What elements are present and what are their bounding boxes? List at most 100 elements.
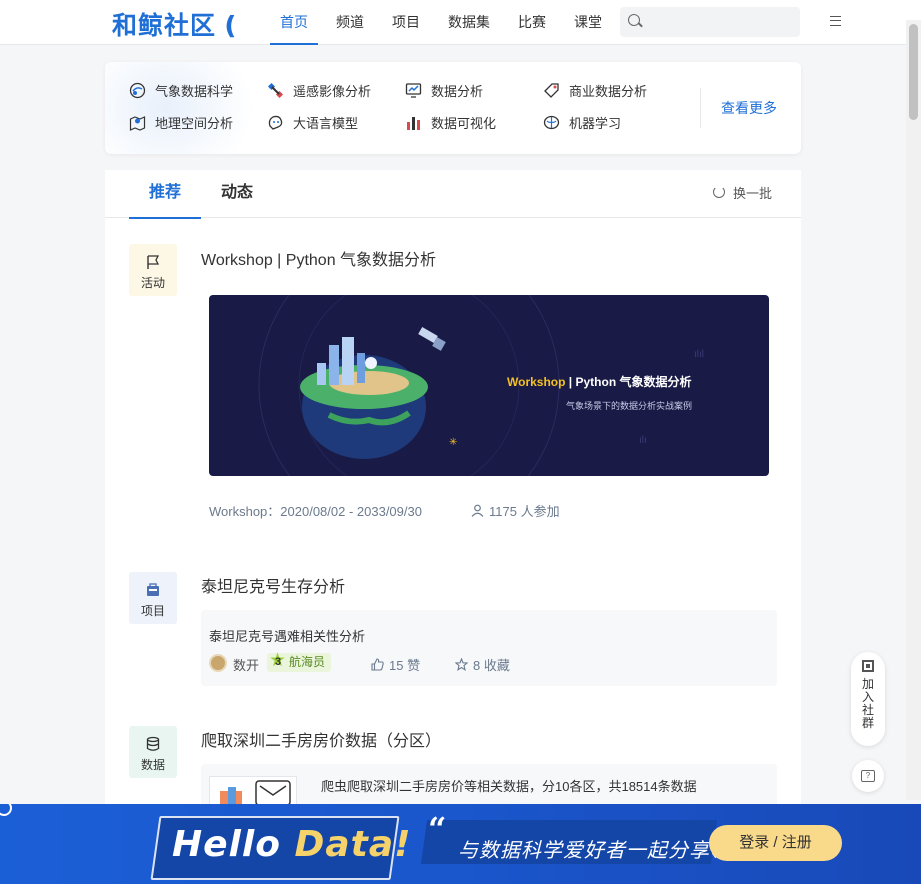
join-group-button[interactable]: 加入社群 — [851, 652, 885, 746]
map-pin-icon — [129, 115, 146, 131]
banner-title-highlight: Workshop — [507, 375, 566, 389]
project-card[interactable]: 泰坦尼克号遇难相关性分析 数开 3 航海员 15 赞 8 收藏 — [201, 610, 777, 686]
search-input[interactable] — [648, 12, 793, 32]
banner-subtitle: 气象场景下的数据分析实战案例 — [566, 401, 693, 411]
type-badge-label: 项目 — [140, 604, 165, 618]
banner-title-rest: | Python 气象数据分析 — [565, 375, 692, 389]
category-business-analysis[interactable]: 商业数据分析 — [543, 80, 647, 100]
favorites-count: 8 收藏 — [473, 658, 510, 673]
main-nav: 首页 频道 项目 数据集 比赛 课堂 — [270, 0, 620, 45]
category-llm[interactable]: 大语言模型 — [267, 112, 358, 132]
refresh-button[interactable]: 换一批 — [713, 182, 772, 202]
type-badge-data: 数据 — [129, 726, 177, 778]
feed-tabs: 推荐 动态 换一批 — [105, 170, 801, 219]
tab-recommended[interactable]: 推荐 — [129, 170, 201, 219]
site-logo[interactable]: 和鲸社区 ❪ — [112, 6, 242, 42]
qrcode-icon — [862, 660, 874, 672]
project-icon — [147, 583, 159, 596]
svg-text:ılıl: ılıl — [694, 349, 704, 360]
refresh-icon — [713, 186, 725, 198]
rank-badge: 3 航海员 — [267, 651, 332, 672]
top-header: 和鲸社区 ❪ 首页 频道 项目 数据集 比赛 课堂 — [0, 0, 921, 45]
category-label: 数据分析 — [431, 83, 484, 99]
thumbs-up-icon — [371, 658, 384, 671]
likes-count: 15 赞 — [389, 658, 421, 673]
brain-icon — [543, 115, 560, 129]
chart-monitor-icon — [405, 82, 422, 98]
type-badge-label: 数据 — [140, 758, 165, 772]
project-description: 泰坦尼克号遇难相关性分析 — [209, 629, 366, 644]
participants-count: 1175 人参加 — [489, 504, 560, 519]
person-icon — [471, 504, 484, 517]
category-label: 遥感影像分析 — [293, 83, 372, 99]
nav-channels[interactable]: 频道 — [326, 0, 374, 45]
login-register-button[interactable]: 登录 / 注册 — [709, 825, 842, 861]
category-label: 地理空间分析 — [155, 115, 234, 131]
nav-datasets[interactable]: 数据集 — [438, 0, 500, 45]
rank-label: 航海员 — [289, 655, 326, 669]
bar-chart-icon — [407, 116, 420, 130]
type-badge-label: 活动 — [140, 276, 165, 290]
scrollbar-thumb[interactable] — [909, 24, 918, 120]
view-more-link[interactable]: 查看更多 — [700, 88, 777, 128]
feed-item-title[interactable]: 爬取深圳二手房房价数据（分区） — [201, 727, 441, 751]
logo-bracket-mark: ❪ — [220, 11, 242, 40]
star-icon — [455, 658, 468, 671]
category-label: 大语言模型 — [293, 115, 359, 131]
category-remote-sensing[interactable]: 遥感影像分析 — [267, 80, 371, 100]
favorites-stat[interactable]: 8 收藏 — [455, 655, 510, 674]
author-name[interactable]: 数开 — [233, 655, 259, 674]
rank-level: 3 — [274, 656, 282, 668]
rank-star-icon: 3 — [269, 651, 287, 672]
page-scrollbar[interactable] — [906, 20, 921, 800]
logo-text: 和鲸社区 — [112, 11, 217, 40]
data-word: Data! — [294, 824, 412, 865]
chat-icon: ? — [861, 770, 875, 782]
category-weather[interactable]: 气象数据科学 — [129, 80, 233, 100]
nav-classroom[interactable]: 课堂 — [564, 0, 612, 45]
avatar[interactable] — [209, 654, 227, 672]
flag-icon — [147, 255, 160, 269]
category-label: 数据可视化 — [431, 115, 497, 131]
category-geospatial[interactable]: 地理空间分析 — [129, 112, 233, 132]
nav-projects[interactable]: 项目 — [382, 0, 430, 45]
category-panel: 气象数据科学 遥感影像分析 数据分析 商业数据分析 地理空间分析 大语言模型 数… — [105, 62, 801, 154]
tag-icon — [544, 82, 559, 98]
likes-stat[interactable]: 15 赞 — [371, 655, 420, 674]
nav-home[interactable]: 首页 — [270, 0, 318, 45]
tab-activity[interactable]: 动态 — [201, 170, 273, 218]
search-icon[interactable] — [628, 14, 640, 26]
event-banner-image[interactable]: ✳ ılıl ılı Workshop | Python 气象数据分析 气象场景… — [209, 295, 769, 476]
database-icon — [146, 736, 160, 751]
menu-icon[interactable] — [830, 16, 841, 26]
svg-text:ılı: ılı — [639, 435, 647, 446]
feed-item-title[interactable]: Workshop | Python 气象数据分析 — [201, 246, 436, 270]
brain-chat-icon — [268, 115, 283, 130]
feed-panel: 推荐 动态 换一批 活动 Workshop | Python 气象数据分析 ✳ — [105, 170, 801, 824]
category-label: 机器学习 — [569, 115, 622, 131]
slogan-text: 与数据科学爱好者一起分享、 — [458, 840, 731, 862]
weather-icon — [129, 82, 146, 98]
login-banner: Hello Data! “ 与数据科学爱好者一起分享、 登录 / 注册 — [0, 804, 921, 884]
decorative-circle — [0, 804, 12, 816]
refresh-label: 换一批 — [733, 185, 773, 201]
feedback-button[interactable]: ? — [852, 760, 884, 792]
category-label: 气象数据科学 — [155, 83, 234, 99]
nav-competitions[interactable]: 比赛 — [508, 0, 556, 45]
category-label: 商业数据分析 — [569, 83, 648, 99]
join-group-label: 加入社群 — [861, 677, 874, 730]
hello-data-heading: Hello Data! — [172, 824, 412, 865]
feed-item-title[interactable]: 泰坦尼克号生存分析 — [201, 573, 345, 597]
banner-title: Workshop | Python 气象数据分析 — [507, 373, 691, 390]
svg-text:✳: ✳ — [449, 437, 457, 448]
event-date: Workshop：2020/08/02 - 2033/09/30 — [209, 504, 422, 519]
dataset-description: 爬虫爬取深圳二手房房价等相关数据，分10各区，共18514条数据 — [321, 779, 697, 794]
category-data-analysis[interactable]: 数据分析 — [405, 80, 483, 100]
quote-mark: “ — [428, 810, 447, 848]
type-badge-event: 活动 — [129, 244, 177, 296]
event-participants: 1175 人参加 — [471, 501, 560, 520]
category-machine-learning[interactable]: 机器学习 — [543, 112, 621, 132]
category-visualization[interactable]: 数据可视化 — [405, 112, 496, 132]
hello-word: Hello — [172, 824, 295, 865]
type-badge-project: 项目 — [129, 572, 177, 624]
